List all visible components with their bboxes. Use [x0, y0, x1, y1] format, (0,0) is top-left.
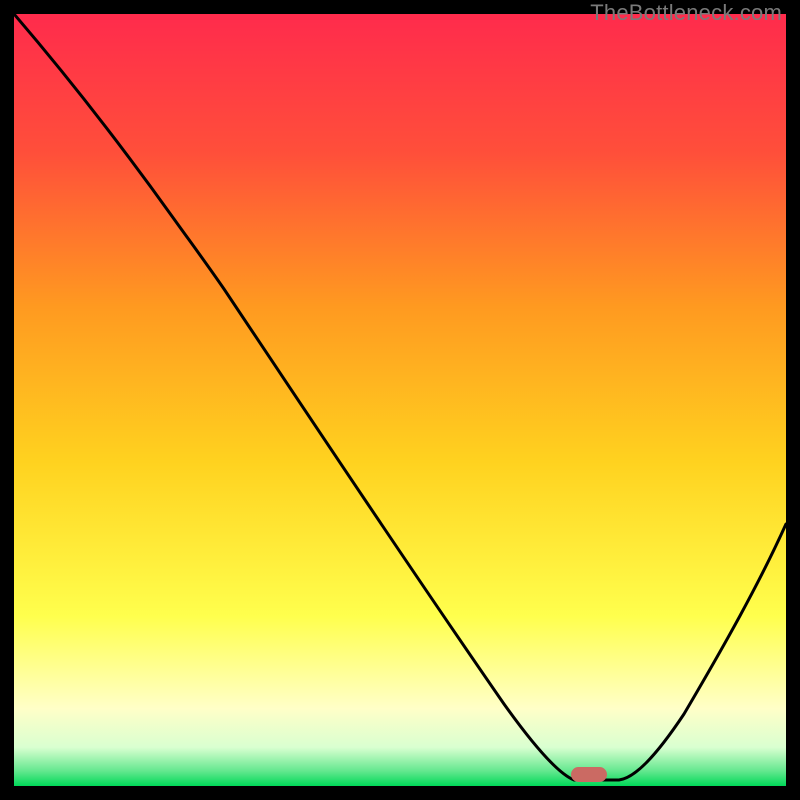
chart-frame — [14, 14, 786, 786]
optimum-marker — [571, 767, 607, 782]
watermark-text: TheBottleneck.com — [590, 0, 782, 26]
bottleneck-chart — [14, 14, 786, 786]
gradient-background — [14, 14, 786, 786]
